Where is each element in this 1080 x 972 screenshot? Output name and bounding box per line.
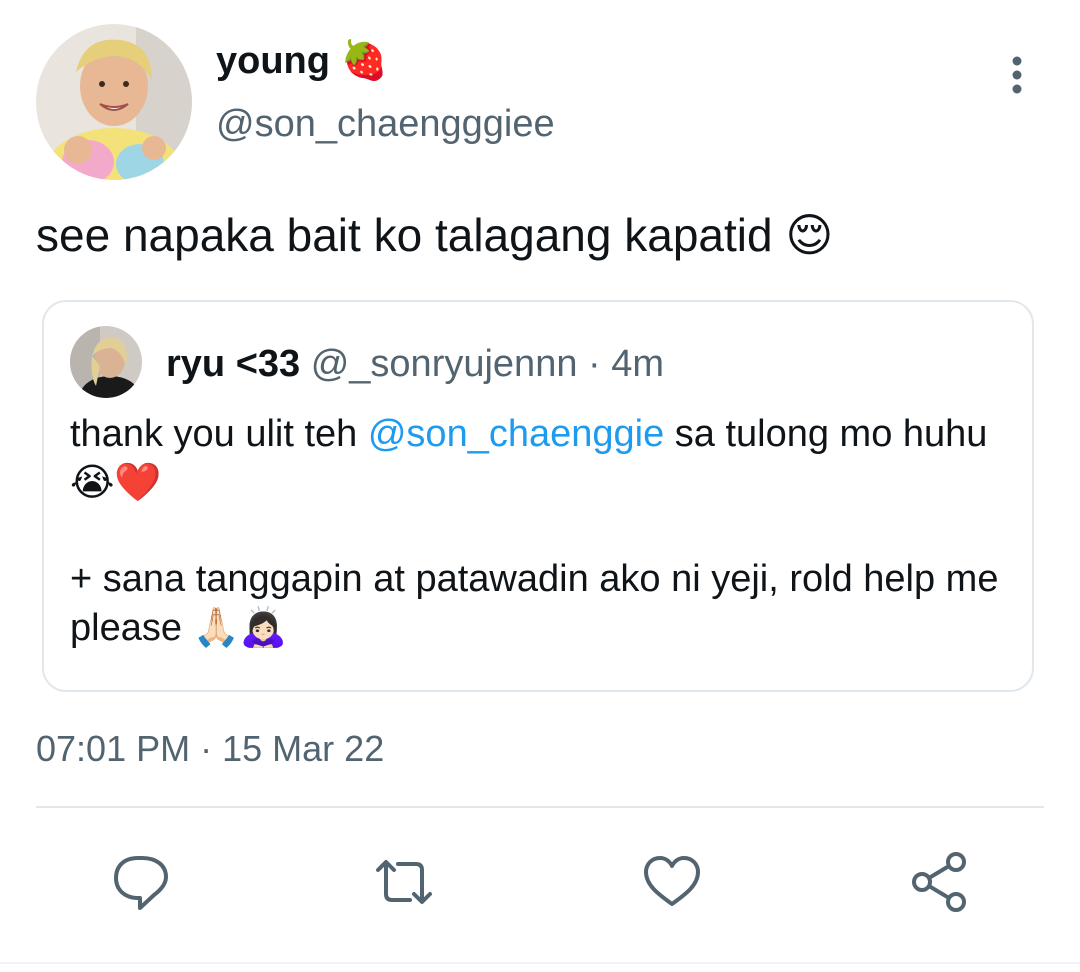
pray-bow-emoji: 🙏🏻🙇🏻‍♀️ [192,605,288,649]
retweet-button[interactable] [372,850,436,914]
tweet-date: 15 Mar 22 [222,728,385,769]
retweet-icon [376,860,432,904]
divider [36,806,1044,808]
relieved-face-emoji: 😌 [785,208,834,262]
quoted-paragraph-1: thank you ulit teh @son_chaenggie sa tul… [70,410,1010,507]
quoted-line1-prefix: thank you ulit teh [70,413,368,455]
crying-heart-emoji: 😭❤️ [70,460,162,504]
like-button[interactable] [640,850,704,914]
quoted-tweet-header: ryu <33 @_sonryujennn · 4m [166,340,664,388]
quoted-display-name[interactable]: ryu <33 [166,343,300,385]
more-vertical-icon [1012,56,1022,94]
author-display-name[interactable]: young 🍓 [216,36,388,85]
strawberry-emoji: 🍓 [340,38,388,82]
tweet-text: see napaka bait ko talagang kapatid 😌 [36,206,833,264]
quoted-separator: · [588,343,601,385]
author-avatar-image [36,24,192,180]
author-handle[interactable]: @son_chaengggiee [216,100,555,148]
quoted-avatar-image [70,326,142,398]
tweet-text-content: see napaka bait ko talagang kapatid [36,209,773,261]
author-avatar[interactable] [36,24,192,180]
more-options-button[interactable] [996,54,1038,96]
quoted-line1-suffix: sa tulong mo huhu [664,413,988,455]
share-icon [912,852,966,912]
share-button[interactable] [908,850,972,914]
quoted-tweet-card[interactable]: ryu <33 @_sonryujennn · 4m thank you uli… [42,300,1034,692]
mention-link[interactable]: @son_chaenggie [368,413,664,455]
bottom-divider [0,962,1080,964]
reply-button[interactable] [108,850,172,914]
quoted-handle[interactable]: @_sonryujennn [311,343,578,385]
tweet-timestamp[interactable]: 07:01 PM · 15 Mar 22 [36,726,384,772]
timestamp-separator: · [200,728,213,769]
reply-icon [114,856,168,910]
author-name-text: young [216,40,330,82]
quoted-tweet-body: thank you ulit teh @son_chaenggie sa tul… [70,410,1010,652]
quoted-author-avatar [70,326,142,398]
tweet-time: 07:01 PM [36,728,191,769]
heart-icon [644,856,700,906]
quoted-paragraph-2: + sana tanggapin at patawadin ako ni yej… [70,555,1010,652]
quoted-time-ago: 4m [611,343,665,385]
